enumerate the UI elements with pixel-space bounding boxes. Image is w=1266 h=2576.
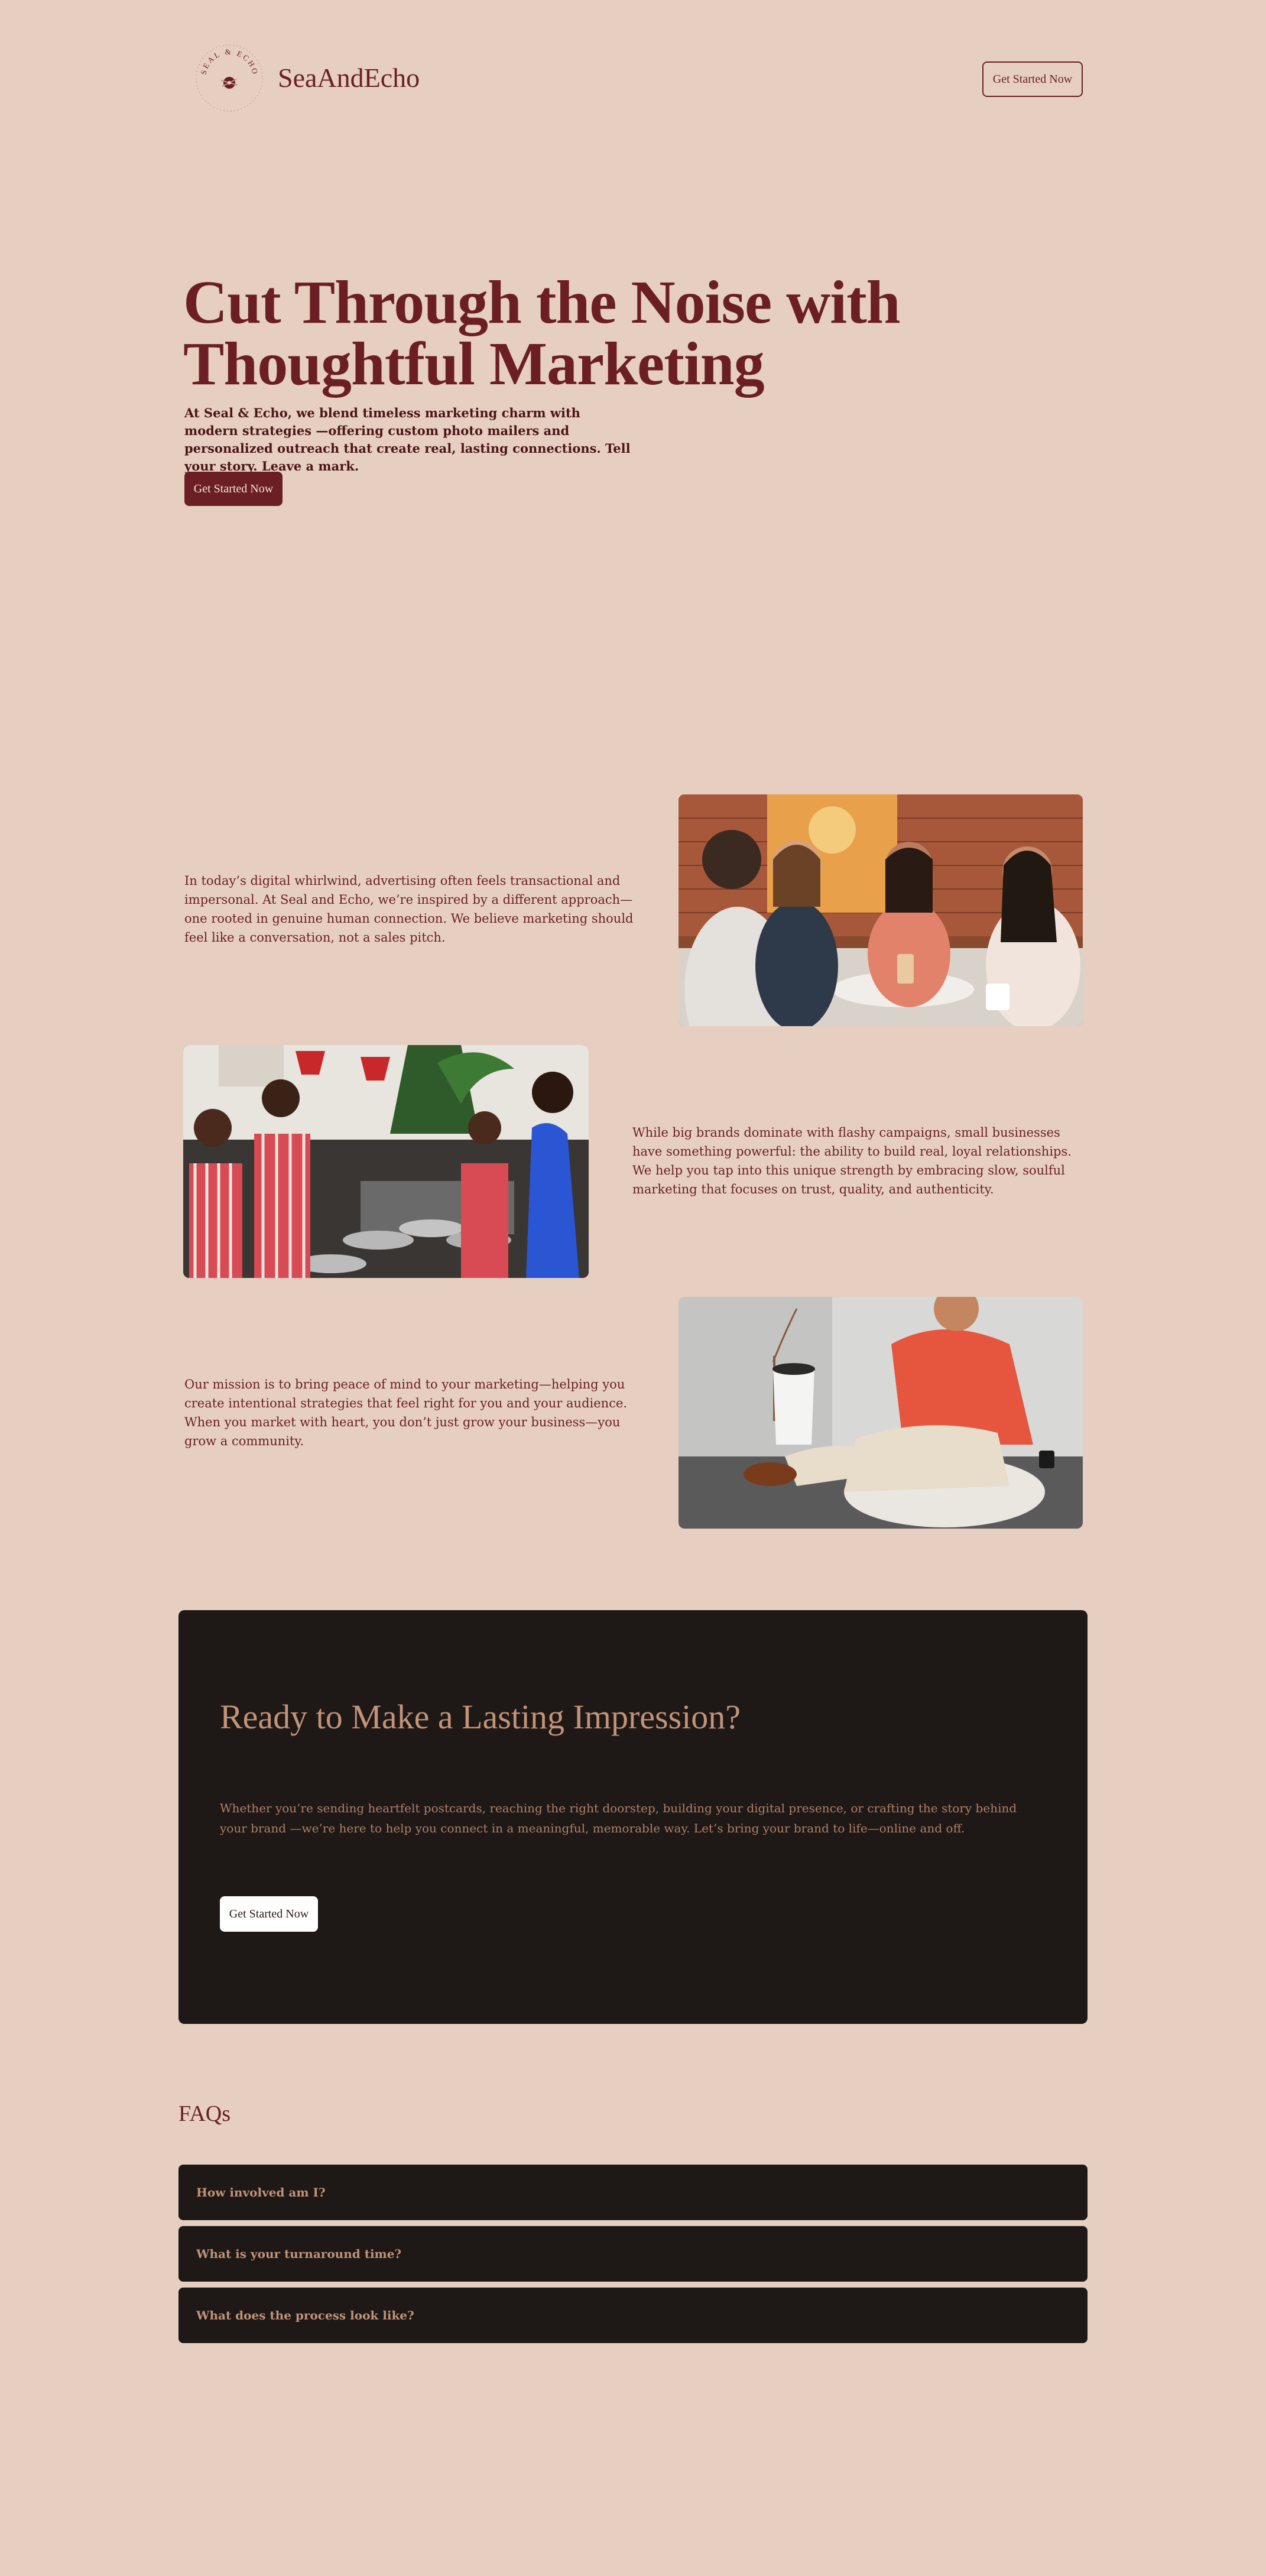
cta-title: Ready to Make a Lasting Impression? — [220, 1698, 741, 1736]
story-text-2: While big brands dominate with flashy ca… — [632, 1125, 1072, 1196]
story-text-1: In today’s digital whirlwind, advertisin… — [184, 874, 634, 945]
story-text-3: Our mission is to bring peace of mind to… — [184, 1377, 628, 1448]
brand-name[interactable]: SeaAndEcho — [278, 60, 420, 96]
faq-question: How involved am I? — [196, 2185, 326, 2199]
logo-text: SEAL & ECHO — [199, 47, 258, 76]
seal-logo-icon: SEAL & ECHO — [196, 44, 263, 112]
hero-get-started-button[interactable]: Get Started Now — [184, 472, 283, 506]
man-in-chair-photo — [679, 1297, 1083, 1529]
hero-subtitle: At Seal & Echo, we blend timeless market… — [184, 405, 631, 473]
faq-heading: FAQs — [178, 2101, 231, 2126]
faq-item-involvement[interactable]: How involved am I? — [178, 2165, 1088, 2220]
svg-text:SEAL & ECHO: SEAL & ECHO — [199, 47, 260, 76]
faq-question: What does the process look like? — [196, 2308, 414, 2322]
women-at-cafe-photo — [679, 794, 1083, 1026]
faq-question: What is your turnaround time? — [196, 2247, 402, 2261]
logo[interactable]: SEAL & ECHO — [188, 37, 271, 119]
faq-item-turnaround[interactable]: What is your turnaround time? — [178, 2226, 1088, 2282]
cta-text: Whether you’re sending heartfelt postcar… — [220, 1801, 1017, 1835]
faq-item-process[interactable]: What does the process look like? — [178, 2288, 1088, 2343]
restaurant-staff-photo — [183, 1045, 589, 1278]
header-get-started-button[interactable]: Get Started Now — [982, 61, 1083, 97]
hero-title: Cut Through the Noise with Thoughtful Ma… — [183, 268, 901, 398]
cta-get-started-button[interactable]: Get Started Now — [220, 1896, 318, 1932]
